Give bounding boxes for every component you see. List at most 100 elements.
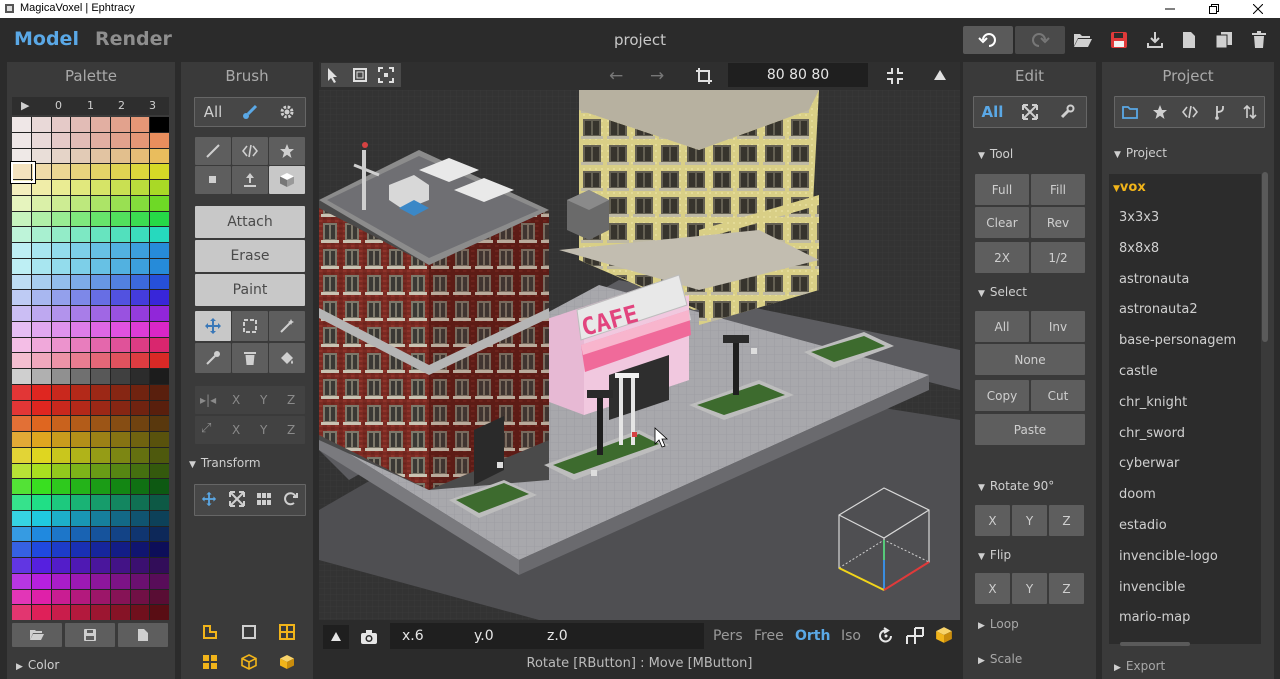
maximize-button[interactable] — [1192, 0, 1236, 18]
palette-swatch[interactable] — [130, 416, 150, 431]
voxel-viewport[interactable]: CAFE — [319, 90, 960, 620]
voxel-scene[interactable]: CAFE — [319, 90, 960, 620]
flip-section-header[interactable]: ▼ Flip — [978, 548, 1011, 562]
edit-filter-tools[interactable] — [1049, 98, 1084, 126]
palette-swatch[interactable] — [12, 558, 31, 573]
palette-swatch[interactable] — [130, 400, 150, 416]
palette-swatch[interactable] — [51, 290, 71, 305]
tool-half-button[interactable]: 1/2 — [1031, 242, 1085, 273]
palette-swatch[interactable] — [110, 447, 130, 463]
palette-swatch[interactable] — [150, 495, 169, 510]
palette-swatch[interactable] — [130, 526, 150, 542]
palette-swatch[interactable] — [110, 227, 130, 242]
palette-swatch[interactable] — [110, 290, 130, 305]
palette-swatch[interactable] — [150, 589, 169, 605]
palette-swatch[interactable] — [12, 479, 31, 494]
palette-swatch[interactable] — [12, 337, 31, 353]
palette-swatch[interactable] — [130, 369, 150, 384]
palette-swatch[interactable] — [12, 589, 31, 605]
palette-swatch[interactable] — [91, 384, 110, 400]
palette-swatch[interactable] — [150, 369, 169, 384]
palette-swatch[interactable] — [150, 432, 169, 447]
mode-model-tab[interactable]: Model — [14, 28, 79, 50]
palette-swatch[interactable] — [51, 510, 71, 526]
palette-swatch[interactable] — [130, 589, 150, 605]
palette-swatch[interactable] — [71, 589, 90, 605]
mirror-x[interactable]: X — [232, 393, 240, 407]
palette-swatch[interactable] — [71, 306, 90, 321]
palette-swatch[interactable] — [130, 274, 150, 290]
palette-swatch[interactable] — [31, 447, 51, 463]
canvas-dimensions-field[interactable]: 80 80 80 — [728, 63, 868, 87]
palette-swatch[interactable] — [31, 463, 51, 479]
palette-swatch[interactable] — [71, 495, 90, 510]
palette-swatch[interactable] — [12, 416, 31, 431]
palette-swatch[interactable] — [110, 353, 130, 368]
select-section-header[interactable]: ▼ Select — [978, 285, 1027, 299]
palette-swatch[interactable] — [51, 148, 71, 164]
palette-swatch[interactable] — [12, 274, 31, 290]
select-tool-button[interactable] — [232, 311, 268, 341]
palette-swatch[interactable] — [12, 211, 31, 227]
brush-star-button[interactable] — [269, 137, 305, 165]
scale-section-header[interactable]: ▶ Scale — [978, 652, 1022, 666]
palette-swatch[interactable] — [130, 164, 150, 179]
palette-swatch[interactable] — [130, 463, 150, 479]
palette-swatch[interactable] — [31, 321, 51, 337]
palette-swatch[interactable] — [91, 195, 110, 211]
move-tool-button[interactable] — [195, 311, 231, 341]
render-cube-button[interactable] — [935, 626, 953, 648]
palette-swatch[interactable] — [71, 573, 90, 589]
palette-swatch[interactable] — [150, 306, 169, 321]
brush-mode-attach[interactable]: Attach — [195, 206, 305, 238]
edit-filter-all[interactable]: All — [975, 98, 1010, 126]
palette-swatch[interactable] — [71, 321, 90, 337]
palette-swatch[interactable] — [91, 589, 110, 605]
transform-section-header[interactable]: ▼ Transform — [189, 456, 261, 470]
palette-swatch[interactable] — [110, 384, 130, 400]
palette-swatch[interactable] — [91, 432, 110, 447]
project-file-item[interactable]: chr_knight — [1119, 395, 1187, 410]
palette-swatch[interactable] — [110, 400, 130, 416]
palette-swatch[interactable] — [12, 321, 31, 337]
palette-swatch[interactable] — [31, 384, 51, 400]
solid-cube-icon[interactable] — [279, 654, 295, 674]
palette-swatch[interactable] — [71, 369, 90, 384]
brush-pattern-button[interactable] — [232, 137, 268, 165]
palette-swatch[interactable] — [12, 132, 31, 148]
palette-swatch[interactable] — [110, 526, 130, 542]
palette-swatch[interactable] — [130, 432, 150, 447]
fit-tool[interactable] — [378, 67, 394, 87]
palette-swatch[interactable] — [51, 526, 71, 542]
palette-swatch[interactable] — [91, 463, 110, 479]
palette-swatch[interactable] — [150, 447, 169, 463]
palette-swatch[interactable] — [71, 353, 90, 368]
palette-swatch[interactable] — [71, 447, 90, 463]
palette-swatch[interactable] — [12, 117, 31, 132]
palette-swatch[interactable] — [71, 258, 90, 274]
select-none-button[interactable]: None — [975, 344, 1085, 375]
palette-swatch[interactable] — [31, 495, 51, 510]
palette-swatch[interactable] — [31, 132, 51, 148]
quad-blocks-icon[interactable] — [202, 654, 218, 674]
copy-file-button[interactable] — [1212, 26, 1236, 54]
axis-lock-x[interactable]: X — [232, 423, 240, 437]
palette-page-3[interactable]: 3 — [149, 99, 156, 112]
palette-swatch[interactable] — [51, 164, 71, 179]
palette-swatch[interactable] — [91, 337, 110, 353]
palette-swatch[interactable] — [150, 337, 169, 353]
palette-swatch[interactable] — [130, 132, 150, 148]
palette-swatch[interactable] — [31, 542, 51, 557]
palette-swatch[interactable] — [51, 180, 71, 195]
palette-swatch[interactable] — [150, 117, 169, 132]
palette-swatch[interactable] — [31, 479, 51, 494]
palette-swatch[interactable] — [71, 432, 90, 447]
palette-swatch[interactable] — [91, 542, 110, 557]
select-all-button[interactable]: All — [975, 311, 1029, 342]
brush-voxel-button[interactable] — [195, 166, 231, 194]
palette-swatch[interactable] — [71, 542, 90, 557]
brush-box-button[interactable] — [269, 166, 305, 194]
axis-lock-z[interactable]: Z — [287, 423, 295, 437]
palette-swatch[interactable] — [51, 605, 71, 620]
palette-swatch[interactable] — [91, 243, 110, 258]
